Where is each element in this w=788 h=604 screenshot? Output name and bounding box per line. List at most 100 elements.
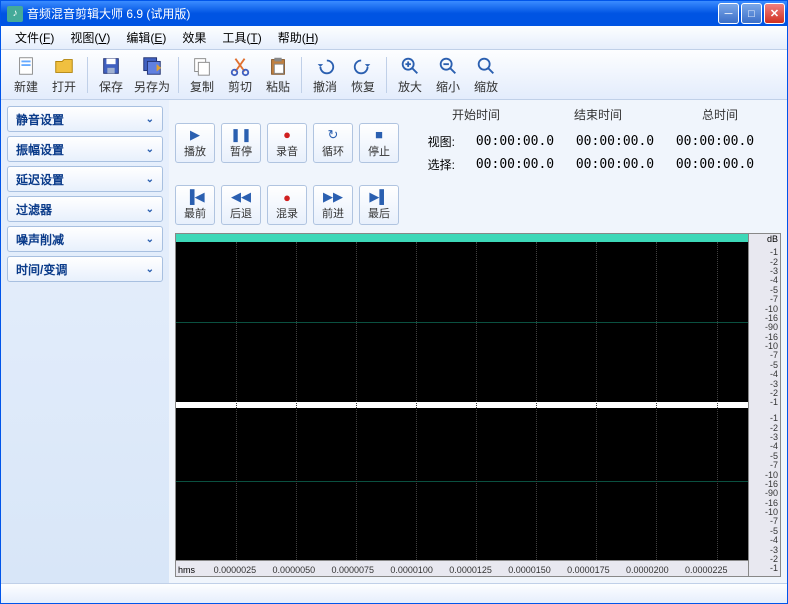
sidebar-item-1[interactable]: 振幅设置⌄ (7, 136, 163, 162)
maximize-button[interactable]: □ (741, 3, 762, 24)
ruler-tick: 0.0000150 (508, 565, 551, 575)
back-button[interactable]: ◀◀后退 (221, 185, 261, 225)
time-value: 00:00:00.0 (665, 157, 765, 172)
saveas-button[interactable]: 另存为 (130, 53, 174, 97)
window-title: 音频混音剪辑大师 6.9 (试用版) (27, 5, 718, 22)
play-icon: ▶ (190, 127, 200, 143)
time-header: 结束时间 (548, 106, 648, 123)
time-value: 00:00:00.0 (565, 134, 665, 149)
undo-icon (314, 55, 336, 77)
first-button[interactable]: ▐◀最前 (175, 185, 215, 225)
app-icon: ♪ (7, 6, 23, 22)
chevron-down-icon: ⌄ (146, 174, 154, 185)
redo-button[interactable]: 恢复 (344, 53, 382, 97)
menu-效果[interactable]: 效果 (174, 26, 214, 49)
titlebar: ♪ 音频混音剪辑大师 6.9 (试用版) ─ □ ✕ (1, 1, 787, 26)
db-scale: dB -1-1-2-2-3-3-4-4-5-5-7-7-10-10-16-16-… (748, 234, 780, 576)
sidebar-item-5[interactable]: 时间/变调⌄ (7, 256, 163, 282)
first-icon: ▐◀ (185, 189, 204, 205)
sidebar-item-3[interactable]: 过滤器⌄ (7, 196, 163, 222)
sidebar: 静音设置⌄ 振幅设置⌄ 延迟设置⌄ 过滤器⌄ 噪声削减⌄ 时间/变调⌄ (1, 100, 169, 583)
play-button[interactable]: ▶播放 (175, 123, 215, 163)
time-header: 开始时间 (426, 106, 526, 123)
zoomfit-button[interactable]: 缩放 (467, 53, 505, 97)
cut-button[interactable]: 剪切 (221, 53, 259, 97)
waveform-canvas[interactable]: hms 0.0000025 0.0000050 0.0000075 0.0000100… (176, 234, 748, 576)
loop-icon: ↻ (328, 127, 339, 143)
time-value: 00:00:00.0 (565, 157, 665, 172)
sidebar-item-2[interactable]: 延迟设置⌄ (7, 166, 163, 192)
mix-icon: ● (283, 189, 291, 205)
paste-button[interactable]: 粘贴 (259, 53, 297, 97)
new-button[interactable]: 新建 (7, 53, 45, 97)
close-button[interactable]: ✕ (764, 3, 785, 24)
folder-icon (53, 55, 75, 77)
ruler-tick: 0.0000025 (214, 565, 257, 575)
chevron-down-icon: ⌄ (146, 234, 154, 245)
forward-button[interactable]: ▶▶前进 (313, 185, 353, 225)
copy-button[interactable]: 复制 (183, 53, 221, 97)
ruler-tick: 0.0000175 (567, 565, 610, 575)
ruler-tick: 0.0000225 (685, 565, 728, 575)
open-button[interactable]: 打开 (45, 53, 83, 97)
last-button[interactable]: ▶▌最后 (359, 185, 399, 225)
waveform-area[interactable]: hms 0.0000025 0.0000050 0.0000075 0.0000100… (175, 233, 781, 577)
db-tick: -1 (770, 563, 778, 573)
time-ruler: hms 0.0000025 0.0000050 0.0000075 0.0000100… (176, 560, 748, 576)
statusbar (1, 583, 787, 603)
redo-icon (352, 55, 374, 77)
mix-button[interactable]: ●混录 (267, 185, 307, 225)
chevron-down-icon: ⌄ (146, 144, 154, 155)
disk-icon (100, 55, 122, 77)
back-icon: ◀◀ (231, 189, 251, 205)
db-unit: dB (749, 234, 780, 244)
pause-button[interactable]: ❚❚暂停 (221, 123, 261, 163)
zin-icon (399, 55, 421, 77)
record-icon: ● (283, 127, 291, 143)
db-tick: -1 (770, 397, 778, 407)
zout-icon (437, 55, 459, 77)
zoomout-button[interactable]: 缩小 (429, 53, 467, 97)
menubar: 文件(F)视图(V)编辑(E)效果工具(T)帮助(H) (1, 26, 787, 50)
loop-button[interactable]: ↻循环 (313, 123, 353, 163)
record-button[interactable]: ●录音 (267, 123, 307, 163)
zfit-icon (475, 55, 497, 77)
sidebar-item-4[interactable]: 噪声削减⌄ (7, 226, 163, 252)
ruler-tick: 0.0000075 (331, 565, 374, 575)
ruler-tick: 0.0000125 (449, 565, 492, 575)
disk2-icon (141, 55, 163, 77)
sidebar-item-0[interactable]: 静音设置⌄ (7, 106, 163, 132)
menu-帮助[interactable]: 帮助(H) (270, 26, 327, 49)
chevron-down-icon: ⌄ (146, 264, 154, 275)
chevron-down-icon: ⌄ (146, 204, 154, 215)
last-icon: ▶▌ (369, 189, 388, 205)
pause-icon: ❚❚ (230, 127, 252, 143)
cut-icon (229, 55, 251, 77)
menu-工具[interactable]: 工具(T) (214, 26, 269, 49)
ruler-unit: hms (178, 565, 195, 575)
ruler-tick: 0.0000050 (273, 565, 316, 575)
time-value: 00:00:00.0 (465, 134, 565, 149)
zoomin-button[interactable]: 放大 (391, 53, 429, 97)
time-value: 00:00:00.0 (465, 157, 565, 172)
menu-编辑[interactable]: 编辑(E) (118, 26, 174, 49)
menu-视图[interactable]: 视图(V) (62, 26, 118, 49)
save-button[interactable]: 保存 (92, 53, 130, 97)
file-icon (15, 55, 37, 77)
ruler-tick: 0.0000100 (390, 565, 433, 575)
time-row: 视图:00:00:00.000:00:00.000:00:00.0 (415, 133, 781, 150)
time-value: 00:00:00.0 (665, 134, 765, 149)
chevron-down-icon: ⌄ (146, 114, 154, 125)
copy-icon (191, 55, 213, 77)
time-row: 选择:00:00:00.000:00:00.000:00:00.0 (415, 156, 781, 173)
toolbar: 新建打开保存另存为复制剪切粘贴撤消恢复放大缩小缩放 (1, 50, 787, 100)
time-header: 总时间 (670, 106, 770, 123)
minimize-button[interactable]: ─ (718, 3, 739, 24)
stop-button[interactable]: ■停止 (359, 123, 399, 163)
ruler-tick: 0.0000200 (626, 565, 669, 575)
menu-文件[interactable]: 文件(F) (7, 26, 62, 49)
forward-icon: ▶▶ (323, 189, 343, 205)
paste-icon (267, 55, 289, 77)
undo-button[interactable]: 撤消 (306, 53, 344, 97)
stop-icon: ■ (375, 127, 383, 143)
